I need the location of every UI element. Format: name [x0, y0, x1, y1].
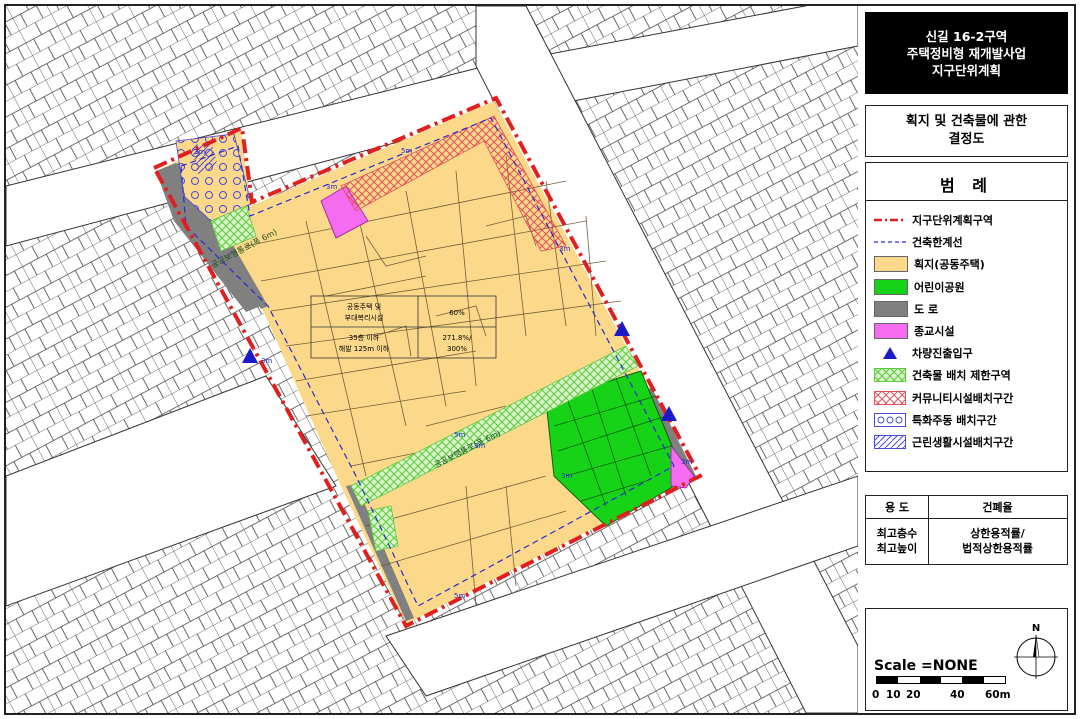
legend-item-special-building: 특화주동 배치구간	[874, 409, 1013, 431]
north-arrow-icon: N	[1014, 623, 1058, 679]
legend-item-community-facility: 커뮤니티시설배치구간	[874, 387, 1013, 409]
yellow-swatch-icon	[874, 256, 908, 273]
north-label: N	[1032, 623, 1040, 634]
project-title-line1: 신길 16-2구역	[925, 28, 1008, 44]
setback-label: 3m	[561, 472, 572, 480]
green-crosshatch-icon	[874, 368, 906, 383]
scale-box: N Scale =NONE 0 10 20 40 60m	[865, 608, 1068, 711]
legend-label: 어린이공원	[914, 280, 965, 294]
legend-item-placement-restricted: 건축물 배치 제한구역	[874, 364, 1013, 386]
drawing-title-box: 획지 및 건축물에 관한 결정도	[865, 105, 1068, 157]
setback-label: 5m	[401, 147, 412, 155]
use-standard-table: 용 도 건폐율 최고층수 최고높이 상한용적률/ 법적상한용적률	[865, 495, 1068, 565]
setback-label: 5m	[454, 431, 465, 439]
legend-label: 건축한계선	[912, 236, 963, 250]
drawing-title-line1: 획지 및 건축물에 관한	[905, 114, 1028, 129]
triangle-icon	[874, 346, 906, 360]
legend-label: 지구단위계획구역	[912, 214, 993, 228]
diagonal-hatch-icon	[874, 434, 906, 449]
circles-icon	[874, 412, 906, 427]
legend-label: 종교시설	[914, 325, 955, 339]
coverage-header: 건폐율	[982, 501, 1013, 514]
scale-label: 60m	[985, 689, 1011, 701]
project-title-line2: 주택정비형 재개발사업	[906, 45, 1027, 61]
setback-label: 3m	[326, 183, 337, 191]
lot-far-upper: 271.8%/	[442, 334, 472, 342]
setback-label: 3m	[559, 245, 570, 253]
scale-label: 0	[872, 689, 880, 701]
gray-swatch-icon	[874, 300, 908, 317]
legend-label: 특화주동 배치구간	[912, 413, 997, 427]
legend-item-childrens-park: 어린이공원	[874, 276, 1013, 298]
setback-label: 3m	[261, 357, 272, 365]
drawing-title-line2: 결정도	[948, 132, 985, 147]
legend-label: 획지(공동주택)	[914, 258, 985, 272]
scale-label: 40	[950, 689, 965, 701]
setback-label: 3m	[681, 458, 692, 466]
lot-height: 해발 125m 이하	[339, 344, 390, 353]
magenta-swatch-icon	[874, 323, 908, 340]
legend-label: 근린생활시설배치구간	[912, 435, 1014, 449]
site-map: 공동주택 및 부대복리시설 60% 35층 이하 해발 125m 이하 271.…	[6, 6, 858, 713]
legend-item-residential-lot: 획지(공동주택)	[874, 253, 1013, 275]
project-title-line3: 지구단위계획	[931, 62, 1001, 78]
lot-use-line2: 부대복리시설	[345, 313, 384, 322]
lot-floors: 35층 이하	[349, 333, 380, 342]
legend-label: 차량진출입구	[912, 347, 973, 361]
dash-dot-line-icon	[874, 213, 906, 227]
scale-label: 20	[906, 689, 921, 701]
setback-label: 3m	[474, 442, 485, 450]
lot-use-line1: 공동주택 및	[347, 302, 381, 311]
legend-label: 건축물 배치 제한구역	[912, 369, 1011, 383]
legend-item-vehicle-entrance: 차량진출입구	[874, 342, 1013, 364]
setback-label: 3m	[194, 148, 205, 156]
legend-item-road: 도 로	[874, 298, 1013, 320]
project-title-box: 신길 16-2구역 주택정비형 재개발사업 지구단위계획	[865, 12, 1068, 94]
legend-heading: 범 례	[939, 176, 993, 195]
legend-item-religious-facility: 종교시설	[874, 320, 1013, 342]
red-crosshatch-icon	[874, 390, 906, 405]
map-canvas: 공동주택 및 부대복리시설 60% 35층 이하 해발 125m 이하 271.…	[6, 6, 858, 713]
scale-bar	[876, 676, 1006, 684]
lot-coverage: 60%	[449, 309, 465, 317]
dashed-line-icon	[874, 235, 906, 249]
scale-text: Scale =NONE	[874, 658, 978, 674]
legend-item-setback-line: 건축한계선	[874, 231, 1013, 253]
green-swatch-icon	[874, 278, 908, 295]
setback-label: 5m	[454, 592, 465, 600]
legend: 범 례 지구단위계획구역 건축한계선 획지(공동주택) 어린이공원 도 로 종교…	[865, 162, 1068, 472]
legend-panel: 신길 16-2구역 주택정비형 재개발사업 지구단위계획 획지 및 건축물에 관…	[862, 6, 1074, 713]
legend-item-neighborhood-facility: 근린생활시설배치구간	[874, 431, 1013, 453]
lot-far-legal: 300%	[447, 345, 467, 353]
upper-far-label: 상한용적률/	[970, 527, 1025, 540]
max-floors-label: 최고층수	[876, 527, 918, 540]
legend-label: 커뮤니티시설배치구간	[912, 391, 1014, 405]
max-height-label: 최고높이	[876, 542, 918, 555]
use-header: 용 도	[866, 496, 929, 518]
legal-far-label: 법적상한용적률	[962, 542, 1033, 555]
legend-item-district-boundary: 지구단위계획구역	[874, 209, 1013, 231]
legend-label: 도 로	[914, 302, 939, 316]
scale-label: 10	[886, 689, 901, 701]
